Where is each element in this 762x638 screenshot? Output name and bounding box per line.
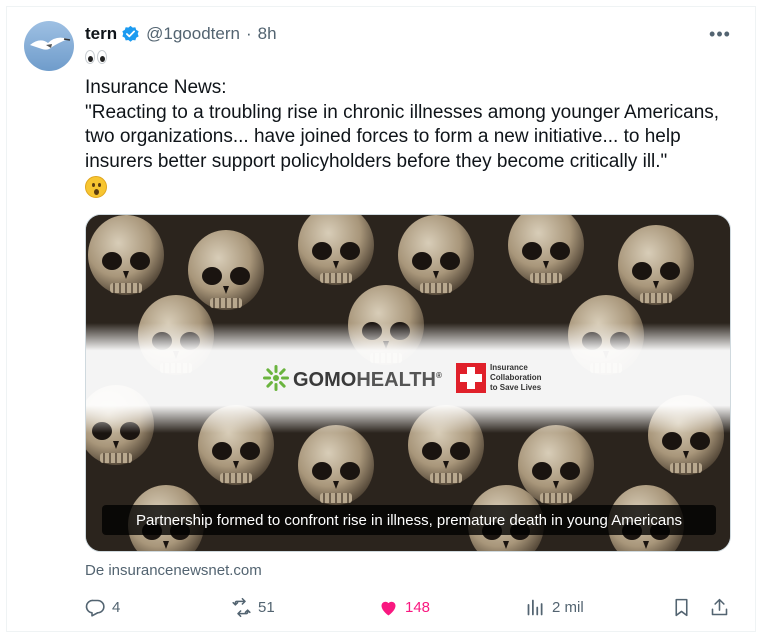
views-button[interactable]: 2 mil (525, 594, 584, 620)
like-button[interactable]: 148 (378, 594, 430, 620)
reply-button[interactable]: 4 (85, 594, 120, 620)
more-icon[interactable]: ••• (706, 22, 734, 46)
verified-badge-icon (121, 25, 140, 44)
icsl-line2: Collaboration (490, 373, 542, 382)
reply-icon (85, 599, 105, 617)
svg-text:GOMOHEALTH®: GOMOHEALTH® (293, 369, 442, 391)
heart-icon (381, 601, 396, 615)
views-count: 2 mil (552, 598, 584, 616)
repost-icon (232, 597, 251, 617)
author-handle[interactable]: @1goodtern (146, 24, 240, 44)
card-source[interactable]: De insurancenewsnet.com (85, 562, 262, 579)
tweet-text: Insurance News: "Reacting to a troubling… (85, 76, 735, 174)
astonished-emoji (85, 176, 107, 198)
separator: · (245, 24, 252, 43)
bookmark-icon (675, 598, 688, 616)
reg-mark: ® (436, 371, 442, 380)
author-name[interactable]: tern (85, 24, 117, 44)
action-bar: 4 51 148 2 mil (0, 594, 760, 620)
views-icon (527, 599, 543, 615)
icsl-line1: Insurance (490, 363, 528, 372)
avatar[interactable] (24, 21, 74, 71)
card-caption[interactable]: Partnership formed to confront rise in i… (102, 505, 716, 535)
tweet-line: "Reacting to a troubling rise in chronic… (85, 101, 720, 123)
health-text: HEALTH (356, 369, 436, 391)
icsl-line3: to Save Lives (490, 383, 542, 392)
skulls-image: GOMOHEALTH® Insurance Collaboration to S… (86, 215, 730, 551)
tweet-line: Insurance News: (85, 77, 227, 98)
timestamp[interactable]: 8h (258, 24, 277, 44)
share-button[interactable] (709, 594, 730, 620)
bookmark-button[interactable] (671, 594, 692, 620)
like-count: 148 (405, 598, 431, 616)
tweet-line: two organizations... have joined forces … (85, 126, 681, 147)
repost-button[interactable]: 51 (231, 594, 275, 620)
repost-count: 51 (258, 598, 275, 616)
reply-count: 4 (112, 598, 121, 616)
tweet-line: insurers better support policyholders be… (85, 150, 668, 172)
share-icon (711, 598, 728, 615)
gomo-text: GOMO (293, 369, 356, 391)
eyes-emoji (85, 50, 107, 72)
link-card-image[interactable]: GOMOHEALTH® Insurance Collaboration to S… (85, 214, 731, 552)
